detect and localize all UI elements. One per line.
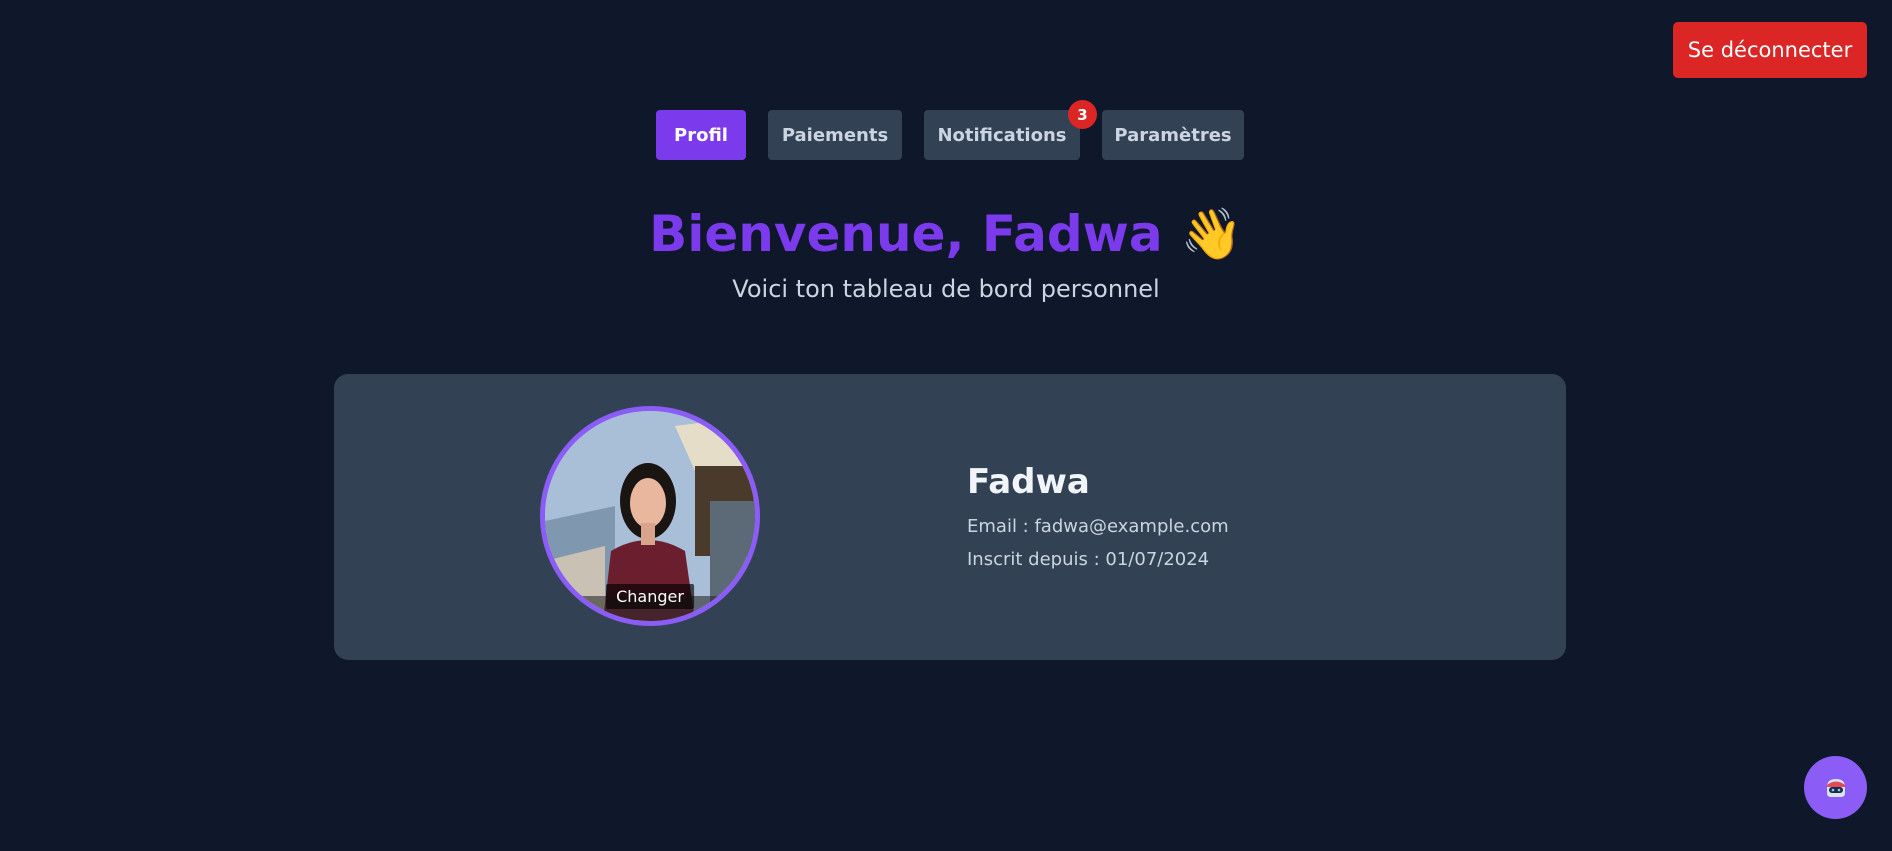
notification-count-badge: 3	[1068, 100, 1097, 129]
tab-profil[interactable]: Profil	[656, 110, 746, 160]
tab-paiements[interactable]: Paiements	[768, 110, 902, 160]
waving-hand-icon: 👋	[1180, 205, 1243, 263]
profile-email: Email : fadwa@example.com	[967, 516, 1229, 537]
profile-name: Fadwa	[967, 462, 1090, 502]
avatar[interactable]: Changer	[540, 406, 760, 626]
profile-member-since: Inscrit depuis : 01/07/2024	[967, 549, 1210, 570]
welcome-heading: Bienvenue, Fadwa 👋	[0, 200, 1892, 268]
logout-button[interactable]: Se déconnecter	[1673, 22, 1867, 78]
change-photo-button[interactable]: Changer	[606, 584, 694, 609]
tab-notifications[interactable]: Notifications 3	[924, 100, 1097, 160]
profile-card: Changer Fadwa Email : fadwa@example.com …	[334, 374, 1566, 660]
tab-bar: Profil Paiements Notifications 3 Paramèt…	[0, 100, 1892, 160]
tab-parametres[interactable]: Paramètres	[1102, 110, 1244, 160]
welcome-text: Bienvenue, Fadwa	[649, 205, 1163, 263]
tab-notifications-label: Notifications	[937, 124, 1067, 146]
robot-icon	[1826, 778, 1845, 797]
dashboard-page: Se déconnecter Profil Paiements Notifica…	[0, 0, 1892, 851]
chatbot-button[interactable]	[1804, 756, 1867, 819]
dashboard-subtitle: Voici ton tableau de bord personnel	[732, 275, 1160, 303]
